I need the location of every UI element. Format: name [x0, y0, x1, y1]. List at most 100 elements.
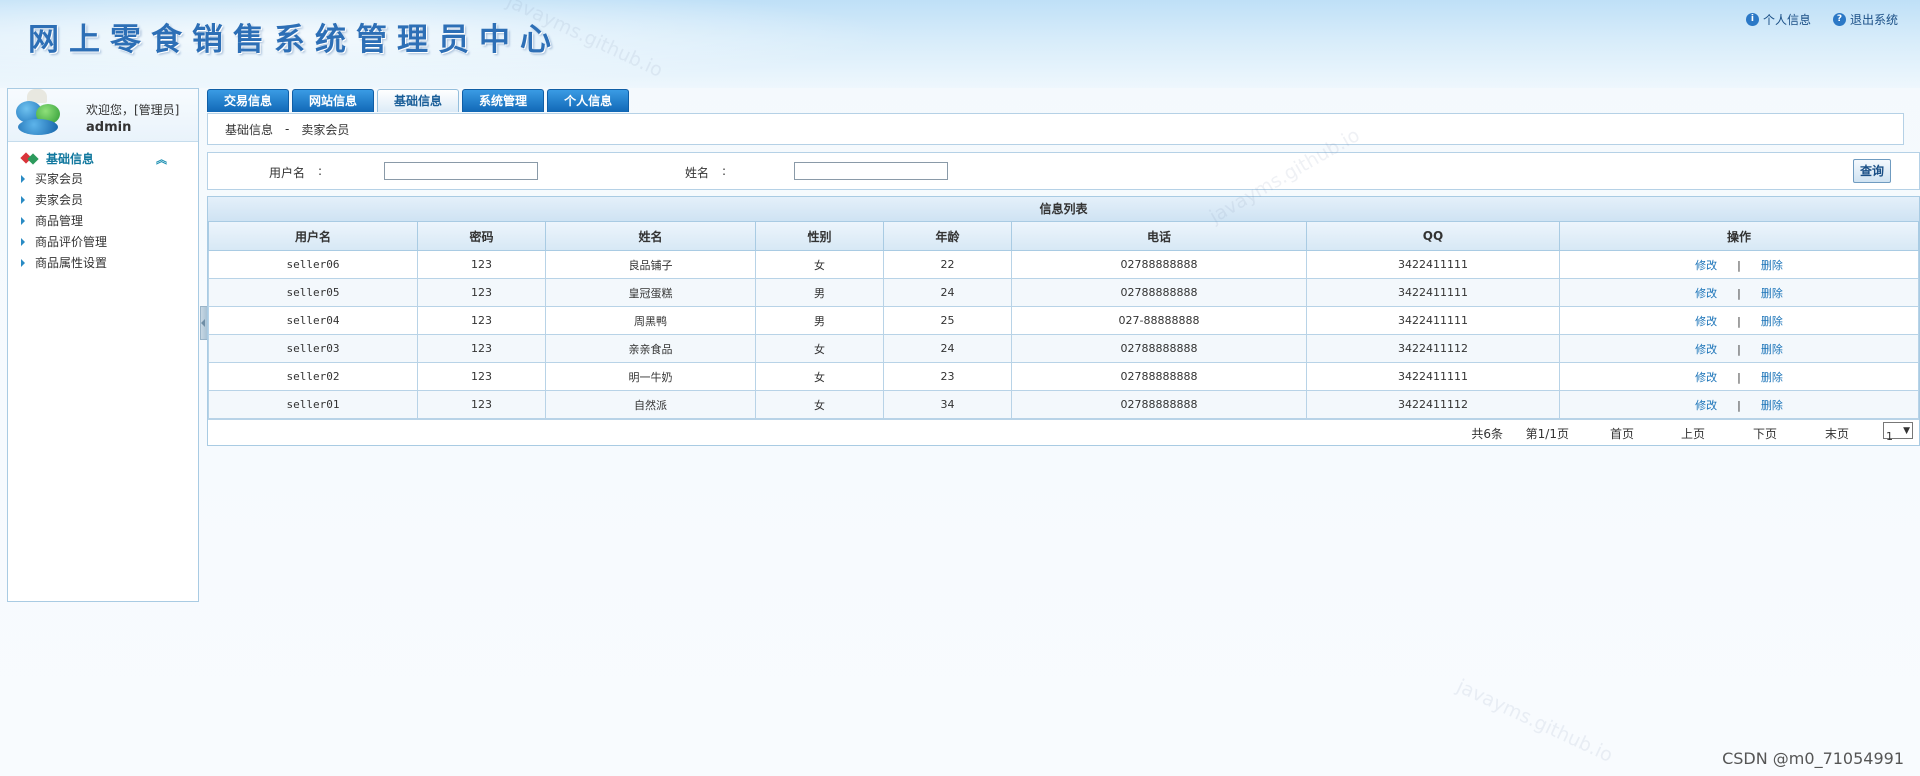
table-row: seller03 123 亲亲食品女 24 02788888888 3422411112 修…	[208, 334, 1919, 363]
cell-qq: 3422411111	[1306, 306, 1560, 335]
edit-link[interactable]: 修改	[1695, 315, 1717, 328]
username-search-input[interactable]	[384, 162, 538, 180]
cell-password: 123	[417, 334, 546, 363]
sidebar-item-label: 买家会员	[35, 172, 84, 186]
tab-system-management[interactable]: 系统管理	[462, 89, 545, 112]
sidebar-item-products[interactable]: 商品管理	[8, 210, 198, 231]
tab-site-info[interactable]: 网站信息	[292, 89, 375, 112]
pager-next-link[interactable]: 下页	[1753, 425, 1777, 442]
username-text: admin	[86, 120, 132, 135]
chevron-up-icon[interactable]: ︽	[156, 151, 167, 167]
personal-info-link[interactable]: i 个人信息	[1745, 11, 1811, 28]
breadcrumb-section: 基础信息	[225, 122, 274, 137]
sidebar-menu: 基础信息 ︽ 买家会员 卖家会员 商品管理 商品评价管理 商品属性设置	[8, 142, 198, 273]
edit-link[interactable]: 修改	[1695, 259, 1717, 272]
cell-qq: 3422411111	[1306, 250, 1560, 279]
app-title: 网上零食销售系统管理员中心	[28, 22, 561, 58]
sidebar-item-seller-members[interactable]: 卖家会员	[8, 189, 198, 210]
cell-name: 周黑鸭	[545, 306, 756, 335]
avatar	[14, 89, 62, 139]
sidebar-item-buyer-members[interactable]: 买家会员	[8, 168, 198, 189]
sidebar-item-label: 商品评价管理	[35, 235, 108, 249]
table-row: seller01 123 自然派女 34 02788888888 3422411112 修改…	[208, 390, 1919, 419]
table-header-row: 用户名 密码 姓名 性别 年龄 电话 QQ 操作	[208, 222, 1919, 251]
cell-name: 明一牛奶	[545, 362, 756, 391]
column-header: 姓名	[545, 222, 756, 251]
top-banner: 网上零食销售系统管理员中心 i 个人信息 ? 退出系统	[0, 0, 1920, 88]
sidebar-item-label: 商品属性设置	[35, 256, 108, 270]
table-row: seller04 123 周黑鸭男 25 027-88888888 3422411111 修…	[208, 306, 1919, 335]
cell-username: seller05	[208, 278, 418, 307]
cell-gender: 男	[755, 306, 884, 335]
delete-link[interactable]: 删除	[1761, 343, 1783, 356]
cell-gender: 女	[755, 250, 884, 279]
cell-password: 123	[417, 278, 546, 307]
csdn-credit: CSDN @m0_71054991	[1722, 749, 1904, 768]
query-button[interactable]: 查询	[1853, 159, 1891, 183]
username-search-label: 用户名	[269, 166, 306, 180]
sidebar-item-product-reviews[interactable]: 商品评价管理	[8, 231, 198, 252]
user-info-icon: i	[1745, 13, 1759, 26]
column-header: 性别	[755, 222, 884, 251]
cell-actions: 修改 | 删除	[1559, 278, 1919, 307]
sidebar: 欢迎您，[管理员] admin 基础信息 ︽ 买家会员 卖家会员 商品管理 商品…	[7, 88, 199, 602]
pager-prev-link[interactable]: 上页	[1681, 425, 1705, 442]
username-colon: :	[318, 164, 323, 178]
cell-password: 123	[417, 362, 546, 391]
menu-group-label: 基础信息	[46, 151, 95, 166]
caret-right-icon	[21, 195, 25, 204]
cell-gender: 女	[755, 390, 884, 419]
cell-age: 24	[883, 278, 1012, 307]
main-tabs: 交易信息 网站信息 基础信息 系统管理 个人信息	[207, 89, 630, 112]
delete-link[interactable]: 删除	[1761, 315, 1783, 328]
action-separator: |	[1737, 286, 1741, 300]
cell-qq: 3422411111	[1306, 278, 1560, 307]
cell-qq: 3422411111	[1306, 362, 1560, 391]
delete-link[interactable]: 删除	[1761, 259, 1783, 272]
help-exit-icon: ?	[1832, 13, 1846, 26]
edit-link[interactable]: 修改	[1695, 399, 1717, 412]
pager-first-link[interactable]: 首页	[1610, 425, 1634, 442]
edit-link[interactable]: 修改	[1695, 371, 1717, 384]
welcome-text: 欢迎您，[管理员]	[86, 103, 180, 117]
name-colon: :	[722, 164, 727, 178]
logout-label: 退出系统	[1849, 13, 1898, 27]
cell-username: seller02	[208, 362, 418, 391]
cell-actions: 修改 | 删除	[1559, 362, 1919, 391]
cell-gender: 女	[755, 362, 884, 391]
pager-last-link[interactable]: 末页	[1825, 425, 1849, 442]
action-separator: |	[1737, 370, 1741, 384]
action-separator: |	[1737, 342, 1741, 356]
pager-page-info: 第1/1页	[1525, 427, 1569, 441]
delete-link[interactable]: 删除	[1761, 287, 1783, 300]
tab-trade-info[interactable]: 交易信息	[207, 89, 290, 112]
cell-actions: 修改 | 删除	[1559, 334, 1919, 363]
cell-name: 良品铺子	[545, 250, 756, 279]
sidebar-item-product-attributes[interactable]: 商品属性设置	[8, 252, 198, 273]
cell-age: 25	[883, 306, 1012, 335]
cell-username: seller03	[208, 334, 418, 363]
cell-gender: 男	[755, 278, 884, 307]
page-select[interactable]: 1 ▼	[1883, 422, 1913, 443]
column-header: 电话	[1011, 222, 1307, 251]
cell-gender: 女	[755, 334, 884, 363]
logout-link[interactable]: ? 退出系统	[1832, 11, 1898, 28]
pager-total: 共6条	[1471, 427, 1503, 441]
table-caption: 信息列表	[208, 197, 1919, 222]
name-search-input[interactable]	[794, 162, 948, 180]
caret-right-icon	[21, 237, 25, 246]
delete-link[interactable]: 删除	[1761, 399, 1783, 412]
menu-group-basic-info[interactable]: 基础信息 ︽	[8, 148, 198, 168]
cell-username: seller06	[208, 250, 418, 279]
cell-name: 自然派	[545, 390, 756, 419]
tab-basic-info[interactable]: 基础信息	[377, 89, 460, 112]
cell-name: 皇冠蛋糕	[545, 278, 756, 307]
edit-link[interactable]: 修改	[1695, 287, 1717, 300]
action-separator: |	[1737, 314, 1741, 328]
caret-right-icon	[21, 216, 25, 225]
breadcrumb-separator: -	[285, 122, 290, 136]
edit-link[interactable]: 修改	[1695, 343, 1717, 356]
cell-password: 123	[417, 250, 546, 279]
delete-link[interactable]: 删除	[1761, 371, 1783, 384]
tab-personal-info[interactable]: 个人信息	[547, 89, 630, 112]
